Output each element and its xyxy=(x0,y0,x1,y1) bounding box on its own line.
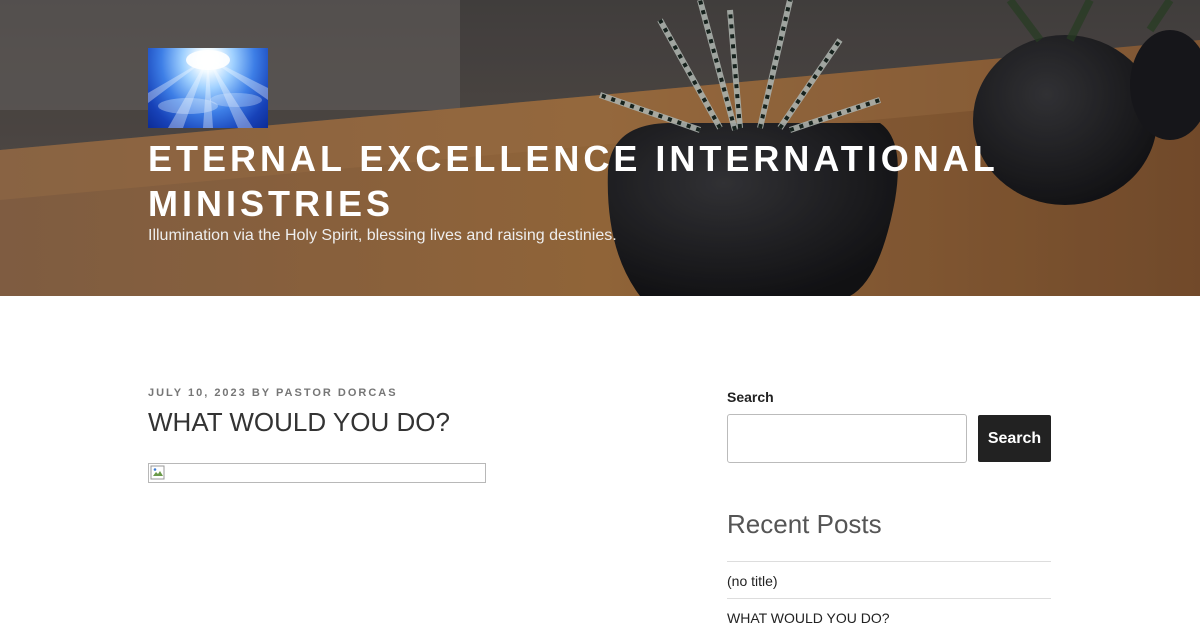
recent-posts-list: (no title) WHAT WOULD YOU DO? xyxy=(727,561,1051,635)
broken-image-icon xyxy=(150,465,165,480)
search-label: Search xyxy=(727,389,774,405)
post-meta: JULY 10, 2023 BY PASTOR DORCAS xyxy=(148,387,398,399)
search-button[interactable]: Search xyxy=(978,415,1051,462)
post-author-link[interactable]: PASTOR DORCAS xyxy=(276,387,398,399)
recent-post-link[interactable]: (no title) xyxy=(727,573,778,589)
post-by-label: BY xyxy=(251,387,271,399)
site-title[interactable]: ETERNAL EXCELLENCE INTERNATIONAL MINISTR… xyxy=(148,136,1048,226)
recent-posts-title: Recent Posts xyxy=(727,509,882,539)
list-item: (no title) xyxy=(727,561,1051,598)
site-logo[interactable] xyxy=(148,48,268,128)
list-item: WHAT WOULD YOU DO? xyxy=(727,598,1051,635)
post-title[interactable]: WHAT WOULD YOU DO? xyxy=(148,407,450,438)
post-date-link[interactable]: JULY 10, 2023 xyxy=(148,387,247,399)
logo-light-rays-image xyxy=(148,50,268,128)
search-input[interactable] xyxy=(727,414,967,463)
recent-post-link[interactable]: WHAT WOULD YOU DO? xyxy=(727,610,890,626)
site-header: ETERNAL EXCELLENCE INTERNATIONAL MINISTR… xyxy=(0,0,1200,296)
site-tagline: Illumination via the Holy Spirit, blessi… xyxy=(148,227,617,244)
post-image-broken xyxy=(148,463,486,483)
